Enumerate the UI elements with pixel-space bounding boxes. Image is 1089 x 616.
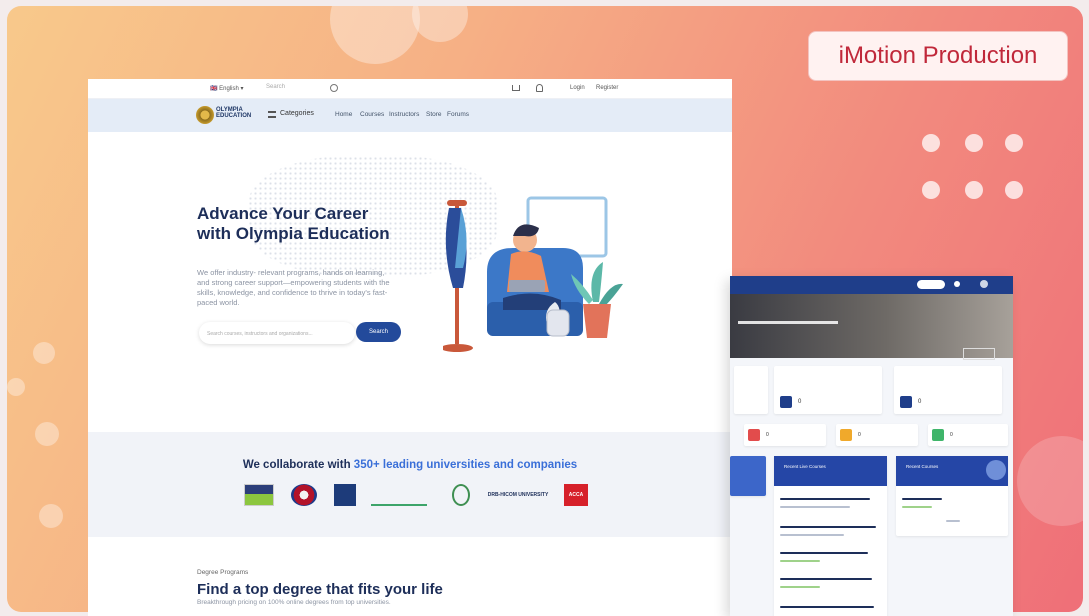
dashboard-topbar — [730, 276, 1013, 294]
stat-value: 0 — [918, 399, 922, 405]
bokeh-circle — [7, 378, 25, 396]
list-item-title[interactable] — [780, 498, 870, 500]
partner-logo-5 — [452, 484, 470, 506]
stat-icon — [900, 396, 912, 408]
dashboard-stat-card: 0 — [894, 366, 1002, 414]
partner-logo-acca: ACCA — [564, 484, 588, 506]
dashboard-avatar[interactable] — [980, 280, 988, 288]
dashboard-stat-card: 0 — [774, 366, 882, 414]
recent-courses-panel: Recent Courses — [896, 456, 1008, 536]
degree-kicker: Degree Programs — [197, 569, 249, 576]
play-icon[interactable] — [986, 460, 1006, 480]
list-item-meta — [780, 506, 850, 508]
nav-store[interactable]: Store — [426, 111, 442, 118]
degree-title: Find a top degree that fits your life — [197, 581, 443, 598]
decor-dot — [922, 134, 940, 152]
degree-subtitle: Breakthrough pricing on 100% online degr… — [197, 599, 391, 606]
list-item-title[interactable] — [902, 498, 942, 500]
partners-heading-prefix: We collaborate with — [242, 459, 354, 471]
degree-section: Degree Programs Find a top degree that f… — [88, 547, 732, 616]
nav-courses[interactable]: Courses — [360, 111, 384, 118]
partners-heading: We collaborate with 350+ leading univers… — [88, 459, 732, 471]
stat-icon — [780, 396, 792, 408]
decor-dot — [965, 181, 983, 199]
stat-value: 0 — [798, 399, 802, 405]
dashboard-tile-green: 0 — [928, 424, 1008, 446]
logo-wordmark: OLYMPIA EDUCATION — [216, 107, 252, 119]
dashboard-hero-text — [738, 321, 838, 324]
partner-logo-drb-hicom: DRB-HICOM UNIVERSITY — [487, 492, 549, 498]
bokeh-circle — [39, 504, 63, 528]
language-selector[interactable]: 🇬🇧 English ▾ — [210, 85, 244, 92]
tile-value: 0 — [950, 432, 953, 438]
cart-icon[interactable] — [512, 85, 520, 91]
tile-value: 0 — [766, 432, 769, 438]
dashboard-tile-orange: 0 — [836, 424, 918, 446]
top-utility-bar: 🇬🇧 English ▾ Search Login Register — [88, 79, 732, 99]
list-item-title[interactable] — [780, 606, 874, 608]
list-item-meta — [780, 560, 820, 562]
grid-menu-icon[interactable] — [268, 111, 276, 118]
website-screenshot-main: 🇬🇧 English ▾ Search Login Register OLYMP… — [88, 79, 732, 616]
decor-dot — [965, 134, 983, 152]
dashboard-hero-button[interactable] — [963, 348, 995, 360]
tile-icon — [840, 429, 852, 441]
partner-logo-3 — [334, 484, 356, 506]
logo-seal-icon — [196, 106, 214, 124]
list-item-meta — [780, 586, 820, 588]
partner-logo-2 — [291, 484, 317, 506]
olympia-logo[interactable]: OLYMPIA EDUCATION — [196, 104, 254, 126]
dashboard-screenshot: 0 0 0 0 0 Recent Live Courses Recent Cou… — [730, 276, 1013, 616]
bokeh-circle — [35, 422, 59, 446]
recent-live-courses-panel: Recent Live Courses — [774, 456, 887, 616]
list-item-meta — [780, 534, 844, 536]
partner-logo-4 — [371, 484, 427, 506]
login-link[interactable]: Login — [570, 85, 585, 91]
tile-icon — [748, 429, 760, 441]
watermark-badge: iMotion Production — [808, 31, 1068, 81]
bokeh-circle — [412, 6, 468, 42]
hero-subtitle: We offer industry- relevant programs, ha… — [197, 268, 390, 307]
nav-instructors[interactable]: Instructors — [389, 111, 419, 118]
partner-logo-1 — [244, 484, 274, 506]
bokeh-circle — [1017, 436, 1083, 526]
dashboard-stat-card — [734, 366, 768, 414]
hero-search-button[interactable]: Search — [356, 322, 401, 342]
dashboard-language-pill[interactable] — [917, 280, 945, 289]
main-navbar: OLYMPIA EDUCATION Categories Home Course… — [88, 99, 732, 132]
dashboard-cart-icon[interactable] — [954, 281, 960, 287]
dashboard-side-card — [730, 456, 766, 496]
list-item-title[interactable] — [780, 552, 868, 554]
hero-title: Advance Your Career with Olympia Educati… — [197, 204, 390, 243]
tile-value: 0 — [858, 432, 861, 438]
decor-dot — [1005, 134, 1023, 152]
list-item-title[interactable] — [780, 526, 876, 528]
tile-icon — [932, 429, 944, 441]
nav-home[interactable]: Home — [335, 111, 352, 118]
search-icon[interactable] — [330, 84, 338, 92]
list-item-meta — [902, 506, 932, 508]
dashboard-tile-red: 0 — [744, 424, 826, 446]
bokeh-circle — [330, 6, 420, 64]
register-link[interactable]: Register — [596, 85, 618, 91]
partners-heading-highlight: 350+ leading universities and companies — [353, 459, 578, 471]
bell-icon[interactable] — [536, 84, 543, 92]
decor-dot — [922, 181, 940, 199]
categories-button[interactable]: Categories — [280, 110, 314, 117]
view-all-link[interactable] — [946, 520, 960, 522]
recent-live-courses-title: Recent Live Courses — [774, 456, 887, 486]
bokeh-circle — [33, 342, 55, 364]
hero-section: Advance Your Career with Olympia Educati… — [88, 132, 732, 432]
list-item-title[interactable] — [780, 578, 872, 580]
decor-dot — [1005, 181, 1023, 199]
dashboard-hero-banner — [730, 294, 1013, 360]
student-illustration — [443, 196, 623, 352]
nav-forums[interactable]: Forums — [447, 111, 469, 118]
hero-search-input[interactable]: Search courses, instructors and organiza… — [199, 322, 355, 344]
partners-section: We collaborate with 350+ leading univers… — [88, 432, 732, 537]
top-search-input[interactable]: Search — [266, 84, 336, 94]
